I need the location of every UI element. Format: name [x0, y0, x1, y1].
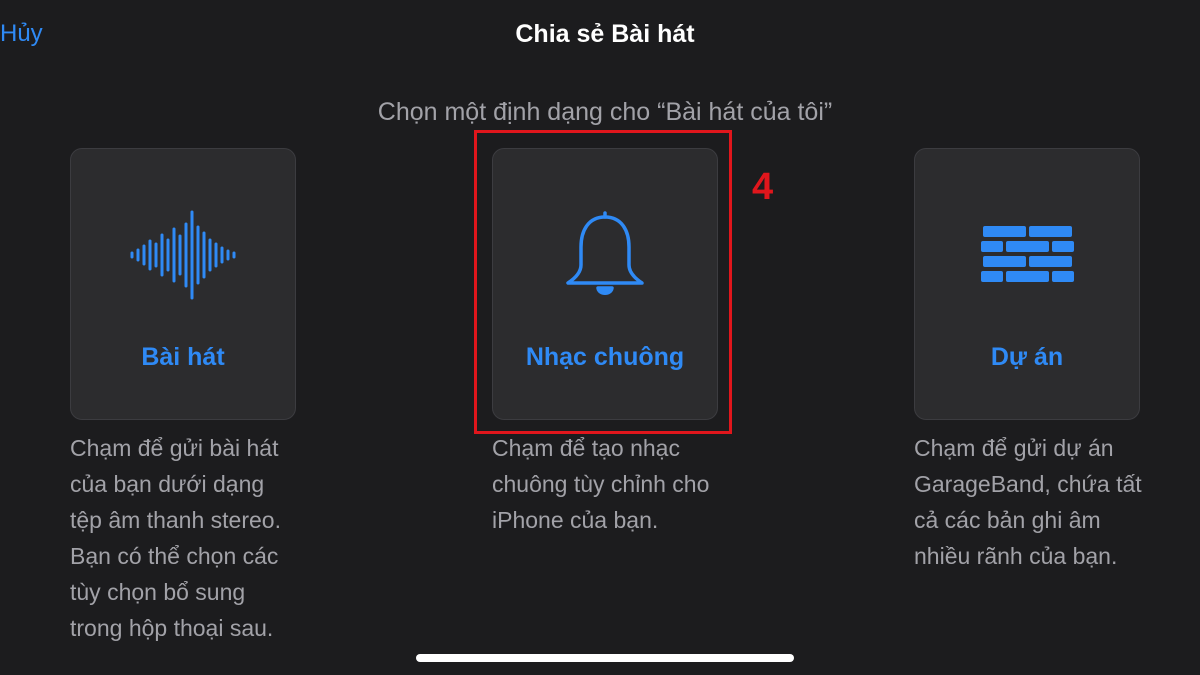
home-indicator	[416, 654, 794, 662]
song-option-label: Bài hát	[141, 343, 225, 371]
step-highlight-box	[474, 130, 732, 434]
step-number: 4	[752, 166, 774, 208]
project-option-card[interactable]: Dự án	[914, 148, 1140, 420]
song-option-description: Chạm để gửi bài hát của bạn dưới dạng tệ…	[70, 435, 281, 641]
song-option-card[interactable]: Bài hát	[70, 148, 296, 420]
share-song-screen: Hủy Chia sẻ Bài hát Chọn một định dạng c…	[0, 0, 1200, 675]
project-option-label: Dự án	[990, 343, 1064, 371]
project-bricks-icon	[915, 205, 1139, 305]
format-prompt: Chọn một định dạng cho “Bài hát của tôi”	[377, 98, 833, 126]
page-title: Chia sẻ Bài hát	[515, 20, 695, 48]
ringtone-option-description: Chạm để tạo nhạc chuông tùy chỉnh cho iP…	[492, 435, 710, 533]
waveform-icon	[71, 205, 295, 305]
project-option-description: Chạm để gửi dự án GarageBand, chứa tất c…	[914, 435, 1142, 569]
